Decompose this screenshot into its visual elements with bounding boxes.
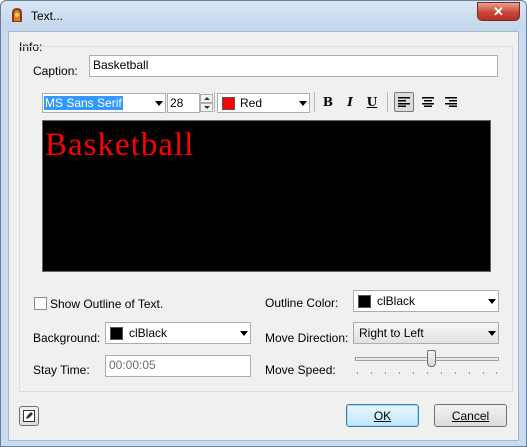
bold-icon: B — [322, 95, 334, 109]
font-name-value: MS Sans Serif — [44, 96, 123, 110]
chevron-down-icon — [240, 331, 248, 336]
stay-time-input[interactable]: 00:00:05 — [105, 355, 251, 377]
chevron-down-icon — [299, 101, 307, 106]
caption-label: Caption: — [33, 64, 78, 78]
move-direction-select[interactable]: Right to Left — [353, 322, 499, 344]
spin-up-icon[interactable] — [200, 94, 213, 103]
ok-label: OK — [373, 408, 392, 423]
underline-icon: U — [366, 95, 378, 109]
italic-icon: I — [347, 95, 353, 109]
outline-color-select[interactable]: clBlack — [353, 290, 499, 312]
slider-tick — [455, 372, 456, 374]
background-select[interactable]: clBlack — [105, 322, 251, 344]
slider-tick — [427, 372, 428, 374]
stay-time-label: Stay Time: — [33, 363, 90, 377]
chevron-down-icon — [488, 299, 496, 304]
edit-button[interactable] — [19, 406, 39, 426]
bold-button[interactable]: B — [318, 92, 338, 112]
chevron-down-icon — [488, 331, 496, 336]
chevron-down-icon — [155, 101, 163, 106]
text-color-select[interactable]: Red — [217, 93, 310, 113]
color-swatch — [222, 97, 235, 110]
text-color-value: Red — [240, 96, 263, 110]
color-swatch — [110, 327, 123, 340]
ok-button[interactable]: OK — [346, 404, 419, 427]
toolbar-separator — [214, 92, 215, 112]
move-speed-label: Move Speed: — [265, 363, 336, 377]
background-label: Background: — [33, 331, 101, 345]
cancel-label: Cancel — [451, 408, 490, 423]
move-direction-label: Move Direction: — [265, 331, 349, 345]
app-icon — [12, 8, 22, 22]
align-left-icon — [398, 97, 410, 107]
spin-down-icon[interactable] — [200, 103, 213, 112]
show-outline-label: Show Outline of Text. — [50, 297, 164, 311]
align-right-icon — [445, 97, 457, 107]
outline-color-value: clBlack — [377, 294, 416, 308]
slider-tick — [483, 372, 484, 374]
align-right-button[interactable] — [441, 92, 461, 112]
outline-color-label: Outline Color: — [265, 296, 339, 310]
underline-button[interactable]: U — [362, 92, 382, 112]
show-outline-checkbox[interactable] — [34, 297, 47, 310]
slider-tick — [399, 372, 400, 374]
move-direction-value: Right to Left — [359, 326, 424, 340]
slider-tick — [496, 372, 497, 374]
slider-tick — [413, 372, 414, 374]
font-size-input[interactable]: 28 — [167, 93, 200, 113]
close-icon: ✕ — [493, 3, 504, 19]
move-speed-slider-thumb[interactable] — [427, 350, 436, 367]
align-center-button[interactable] — [418, 92, 438, 112]
text-dialog-window: Text... ✕ Info: Caption: Basketball MS S… — [0, 0, 527, 447]
caption-input[interactable]: Basketball — [89, 55, 498, 77]
toolbar-separator — [314, 92, 315, 112]
text-preview: Basketball — [42, 120, 491, 272]
edit-icon — [23, 410, 35, 422]
background-value: clBlack — [129, 326, 168, 340]
color-swatch — [358, 295, 371, 308]
dialog-body: Info: Caption: Basketball MS Sans Serif … — [8, 31, 519, 441]
preview-text: Basketball — [45, 127, 195, 163]
title-bar[interactable]: Text... ✕ — [1, 1, 526, 31]
slider-tick — [385, 372, 386, 374]
slider-tick — [441, 372, 442, 374]
font-name-select[interactable]: MS Sans Serif — [42, 93, 166, 113]
slider-tick — [371, 372, 372, 374]
font-size-spinner[interactable] — [200, 94, 213, 112]
slider-tick — [469, 372, 470, 374]
window-title: Text... — [31, 9, 64, 23]
align-left-button[interactable] — [394, 92, 414, 112]
italic-button[interactable]: I — [340, 92, 360, 112]
cancel-button[interactable]: Cancel — [434, 404, 507, 427]
slider-tick — [357, 372, 358, 374]
align-center-icon — [422, 97, 434, 107]
toolbar-separator — [387, 92, 388, 112]
close-button[interactable]: ✕ — [477, 2, 520, 21]
